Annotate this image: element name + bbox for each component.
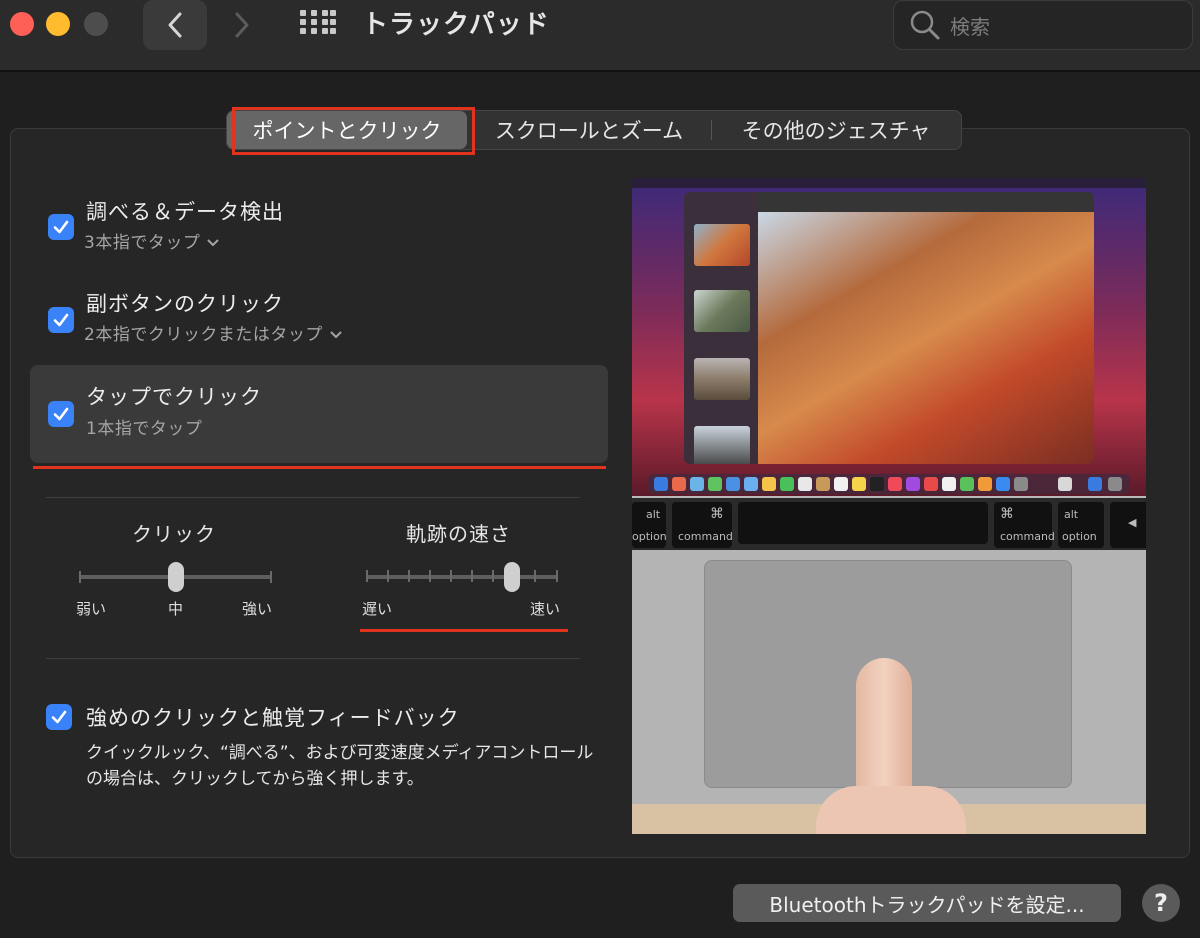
- tracking-speed-max-label: 速い: [530, 600, 561, 618]
- preview-hand: [816, 786, 966, 834]
- tap-to-click-checkbox[interactable]: [48, 401, 74, 427]
- tab-more-gestures[interactable]: その他のジェスチャ: [711, 111, 961, 149]
- click-slider-mid-label: 中: [168, 600, 184, 618]
- chevron-down-icon: [330, 331, 342, 339]
- chevron-down-icon: [207, 239, 220, 247]
- click-slider-max-label: 強い: [242, 600, 273, 618]
- secondary-click-gesture-value: 2本指でクリックまたはタップ: [84, 325, 323, 345]
- slider-tick: [534, 570, 536, 582]
- lookup-title: 調べる＆データ検出: [86, 200, 284, 224]
- annotation-highlight-box: [232, 107, 475, 155]
- preview-key-command-right: ⌘ command: [994, 502, 1055, 548]
- preview-app-window: [684, 192, 1094, 464]
- annotation-underline: [360, 629, 568, 632]
- slider-tick: [408, 570, 410, 582]
- preview-photo: [758, 212, 1094, 464]
- tap-to-click-detail: 1本指でタップ: [86, 419, 203, 439]
- chevron-right-icon: [235, 12, 249, 38]
- tracking-speed-track[interactable]: [366, 575, 558, 579]
- lookup-gesture-value: 3本指でタップ: [84, 233, 201, 253]
- slider-tick: [366, 570, 368, 582]
- tab-scroll-and-zoom[interactable]: スクロールとズーム: [467, 111, 711, 149]
- lookup-gesture-dropdown[interactable]: 3本指でタップ: [84, 228, 220, 253]
- preview-toolbar: [758, 192, 1094, 212]
- chevron-left-icon: [168, 12, 182, 38]
- help-button[interactable]: ?: [1142, 884, 1180, 922]
- preview-menubar: [632, 178, 1146, 188]
- slider-tick: [492, 570, 494, 582]
- search-field[interactable]: 検索: [893, 0, 1193, 50]
- tap-to-click-title: タップでクリック: [86, 385, 262, 409]
- tracking-speed-label: 軌跡の速さ: [406, 522, 511, 546]
- preview-key-command-left: ⌘ command: [672, 502, 733, 548]
- force-click-title: 強めのクリックと触覚フィードバック: [86, 706, 460, 730]
- preview-thumbnail: [694, 290, 750, 332]
- forward-button[interactable]: [210, 0, 274, 50]
- tracking-speed-min-label: 遅い: [362, 600, 393, 618]
- preview-dock: [648, 474, 1130, 494]
- tracking-speed-knob[interactable]: [504, 562, 520, 592]
- secondary-click-checkbox[interactable]: [48, 307, 74, 333]
- preview-thumbnail: [694, 426, 750, 464]
- click-slider-label: クリック: [132, 522, 216, 546]
- slider-tick: [270, 571, 272, 583]
- click-slider-min-label: 弱い: [76, 600, 107, 618]
- slider-tick: [429, 570, 431, 582]
- search-icon: [910, 10, 940, 40]
- title-bar: トラックパッド 検索: [0, 0, 1200, 72]
- close-window-button[interactable]: [10, 12, 34, 36]
- preview-keyboard: alt option ⌘ command ⌘ command alt optio…: [632, 498, 1146, 550]
- preview-thumbnail: [694, 224, 750, 266]
- force-click-description: クイックルック、“調べる”、および可変速度メディアコントロールの場合は、クリック…: [86, 743, 594, 789]
- secondary-click-gesture-dropdown[interactable]: 2本指でクリックまたはタップ: [84, 320, 343, 345]
- preview-key-option-right: alt option: [1058, 502, 1104, 548]
- slider-tick: [450, 570, 452, 582]
- search-placeholder: 検索: [950, 14, 990, 39]
- preview-key-space: [738, 502, 988, 544]
- divider: [46, 658, 580, 659]
- checkmark-icon: [53, 220, 69, 234]
- show-all-grid-icon[interactable]: [300, 10, 336, 40]
- slider-tick: [556, 570, 558, 582]
- lookup-checkbox[interactable]: [48, 214, 74, 240]
- gesture-preview-image: alt option ⌘ command ⌘ command alt optio…: [632, 178, 1146, 834]
- divider: [46, 497, 580, 498]
- checkmark-icon: [51, 710, 67, 724]
- slider-tick: [387, 570, 389, 582]
- preview-thumbnail: [694, 358, 750, 400]
- window-title: トラックパッド: [362, 10, 550, 40]
- force-click-checkbox[interactable]: [46, 704, 72, 730]
- slider-tick: [471, 570, 473, 582]
- click-slider-knob[interactable]: [168, 562, 184, 592]
- preview-key-arrow-left: ◀: [1110, 502, 1146, 548]
- checkmark-icon: [53, 313, 69, 327]
- setup-bluetooth-trackpad-button[interactable]: Bluetoothトラックパッドを設定...: [733, 884, 1121, 922]
- checkmark-icon: [53, 407, 69, 421]
- slider-tick: [79, 571, 81, 583]
- minimize-window-button[interactable]: [46, 12, 70, 36]
- secondary-click-title: 副ボタンのクリック: [86, 292, 284, 316]
- zoom-window-button[interactable]: [84, 12, 108, 36]
- annotation-underline: [33, 466, 606, 469]
- preview-sidebar: [684, 192, 758, 464]
- preview-key-option: alt option: [632, 502, 667, 548]
- preview-screen: [632, 178, 1146, 496]
- back-button[interactable]: [143, 0, 207, 50]
